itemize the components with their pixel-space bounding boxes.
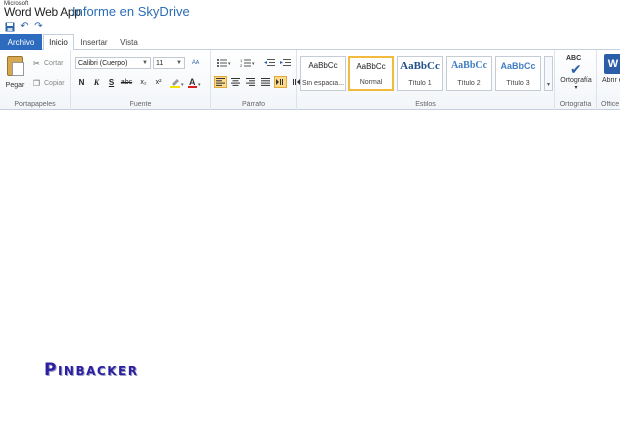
style-normal[interactable]: AaBbCc Normal bbox=[348, 56, 394, 91]
align-left-icon[interactable] bbox=[214, 76, 227, 88]
styles-gallery-more-button[interactable]: ▾ bbox=[544, 56, 553, 91]
chevron-down-icon: ▼ bbox=[142, 60, 148, 66]
style-sample: AaBbCc bbox=[500, 61, 536, 71]
spelling-button-label: Ortografía ▾ bbox=[560, 77, 592, 91]
left-to-right-icon[interactable] bbox=[274, 76, 287, 88]
italic-button[interactable]: K bbox=[90, 76, 103, 88]
tab-insert[interactable]: Insertar bbox=[76, 34, 112, 50]
style-name: Sin espacia... bbox=[301, 80, 345, 87]
save-icon[interactable] bbox=[4, 21, 15, 32]
copy-label: Copiar bbox=[44, 79, 65, 87]
style-heading-1[interactable]: AaBbCc Título 1 bbox=[397, 56, 443, 91]
style-sample: AaBbCc bbox=[450, 60, 488, 71]
paste-label: Pegar bbox=[5, 82, 25, 89]
chevron-down-icon: ▼ bbox=[176, 60, 182, 66]
style-name: Normal bbox=[359, 79, 383, 86]
checkmark-icon: ✔ bbox=[570, 61, 582, 77]
clipboard-group-label: Portapapeles bbox=[14, 101, 56, 108]
grow-shrink-font-icon[interactable]: AA bbox=[189, 57, 202, 69]
superscript-button[interactable]: x² bbox=[152, 76, 165, 88]
quick-access-toolbar: ↶ ↷ bbox=[0, 20, 620, 34]
svg-text:▾: ▾ bbox=[228, 61, 231, 67]
font-group: Calibri (Cuerpo) ▼ 11 ▼ AA N K S abc x₂ … bbox=[71, 50, 211, 110]
copy-icon: ❐ bbox=[32, 78, 41, 88]
style-heading-2[interactable]: AaBbCc Título 2 bbox=[446, 56, 492, 91]
style-sample: AaBbCc bbox=[400, 60, 440, 72]
increase-indent-icon[interactable] bbox=[279, 57, 292, 69]
paragraph-group: ▾ 1 2 ▾ Párrafo bbox=[211, 50, 300, 110]
decrease-indent-icon[interactable] bbox=[263, 57, 276, 69]
open-in-word-button-label[interactable]: Abrir en Word bbox=[602, 77, 620, 85]
spelling-group-label: Ortografía bbox=[559, 101, 592, 108]
scissors-icon: ✂ bbox=[33, 58, 40, 68]
underline-button[interactable]: S bbox=[105, 76, 118, 88]
styles-group-label: Estilos bbox=[415, 101, 436, 108]
font-size-select[interactable]: 11 ▼ bbox=[153, 57, 185, 69]
chevron-down-icon: ▾ bbox=[546, 82, 550, 88]
align-center-icon[interactable] bbox=[229, 76, 242, 88]
style-name: Título 2 bbox=[457, 80, 481, 87]
style-sample: AaBbCc bbox=[356, 62, 386, 71]
svg-text:▾: ▾ bbox=[252, 61, 255, 67]
ribbon: Pegar ✂ Cortar ❐ Copiar Portapapeles Cal… bbox=[0, 50, 620, 110]
font-family-value: Calibri (Cuerpo) bbox=[78, 59, 128, 67]
style-heading-3[interactable]: AaBbCc Título 3 bbox=[495, 56, 541, 91]
font-color-icon[interactable]: A ▾ bbox=[187, 76, 203, 88]
font-group-label: Fuente bbox=[129, 101, 152, 108]
highlight-icon[interactable]: ▾ bbox=[169, 76, 185, 88]
subscript-button[interactable]: x₂ bbox=[137, 76, 150, 88]
office-group-label: Office bbox=[601, 101, 620, 108]
svg-text:▾: ▾ bbox=[181, 82, 184, 88]
redo-icon[interactable]: ↷ bbox=[33, 21, 44, 32]
paste-icon bbox=[7, 56, 24, 76]
cut-button[interactable]: ✂ Cortar bbox=[32, 57, 63, 69]
svg-text:▾: ▾ bbox=[198, 82, 201, 88]
bullets-icon[interactable]: ▾ bbox=[215, 57, 233, 69]
word-icon[interactable]: W bbox=[604, 54, 620, 74]
clipboard-group: Pegar ✂ Cortar ❐ Copiar Portapapeles bbox=[0, 50, 71, 110]
paste-button[interactable]: Pegar bbox=[4, 54, 26, 92]
style-name: Título 3 bbox=[506, 80, 530, 87]
tab-home[interactable]: Inicio bbox=[43, 34, 74, 51]
numbering-icon[interactable]: 1 2 ▾ bbox=[239, 57, 257, 69]
brand-word-web-app: Word Web App bbox=[4, 5, 81, 19]
justify-icon[interactable] bbox=[259, 76, 272, 88]
ribbon-tabs: Archivo Inicio Insertar Vista bbox=[0, 34, 620, 51]
bold-button[interactable]: N bbox=[75, 76, 88, 88]
spelling-button[interactable]: ABC ✔ bbox=[566, 55, 586, 77]
svg-text:2: 2 bbox=[240, 63, 243, 68]
font-family-select[interactable]: Calibri (Cuerpo) ▼ bbox=[75, 57, 151, 69]
title-bar: Microsoft Word Web App Informe en SkyDri… bbox=[0, 0, 620, 20]
svg-text:A: A bbox=[189, 77, 196, 87]
style-sample: AaBbCc bbox=[308, 61, 338, 70]
font-size-value: 11 bbox=[156, 59, 164, 67]
tab-view[interactable]: Vista bbox=[115, 34, 143, 50]
undo-icon[interactable]: ↶ bbox=[19, 21, 30, 32]
style-name: Título 1 bbox=[408, 80, 432, 87]
cut-label: Cortar bbox=[44, 59, 64, 67]
strikethrough-button[interactable]: abc bbox=[120, 76, 133, 88]
style-no-spacing[interactable]: AaBbCc Sin espacia... bbox=[300, 56, 346, 91]
watermark-text: Pinbacker bbox=[44, 360, 139, 380]
tab-file[interactable]: Archivo bbox=[0, 34, 42, 50]
copy-button[interactable]: ❐ Copiar bbox=[32, 77, 65, 89]
align-right-icon[interactable] bbox=[244, 76, 257, 88]
document-title[interactable]: Informe en SkyDrive bbox=[72, 5, 190, 19]
paragraph-group-label: Párrafo bbox=[242, 101, 265, 108]
